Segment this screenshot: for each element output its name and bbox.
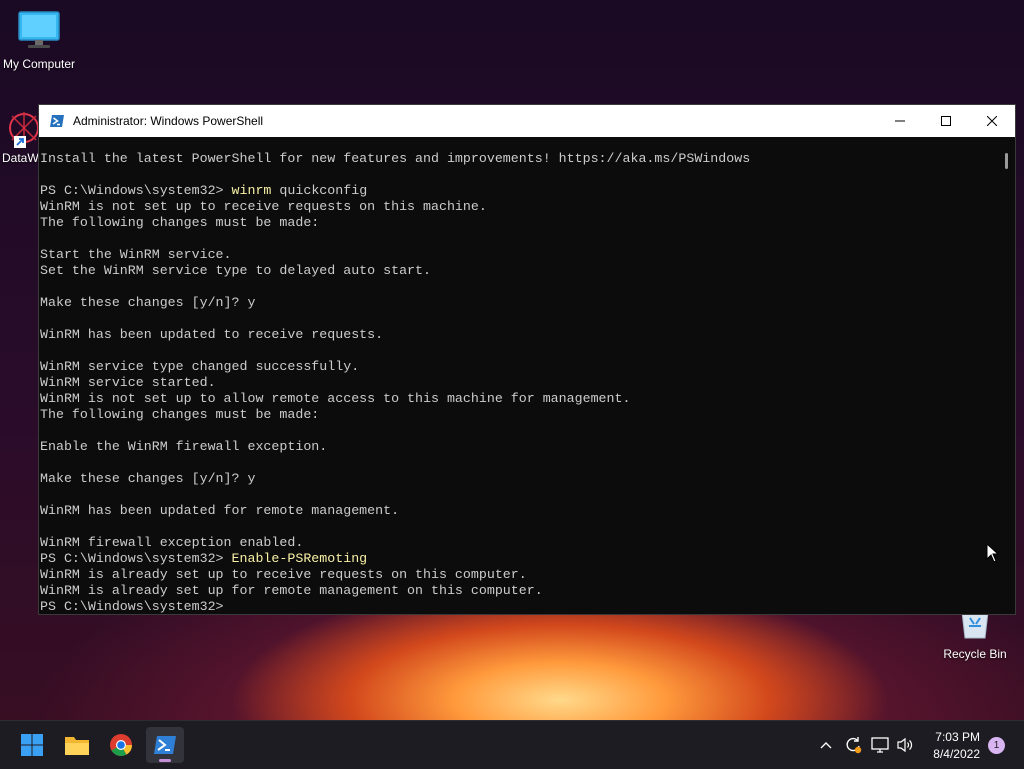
console-line: The following changes must be made:	[40, 407, 320, 422]
window-title: Administrator: Windows PowerShell	[73, 114, 264, 128]
notification-badge[interactable]: 1	[988, 737, 1005, 754]
close-icon	[987, 116, 997, 126]
console-output[interactable]: Install the latest PowerShell for new fe…	[39, 137, 999, 614]
taskbar-file-explorer[interactable]	[58, 727, 96, 763]
console-line: Start the WinRM service.	[40, 247, 232, 262]
console-line: WinRM is not set up to receive requests …	[40, 199, 487, 214]
tray-overflow-button[interactable]	[815, 741, 837, 749]
close-button[interactable]	[969, 105, 1015, 137]
console-command-args: quickconfig	[271, 183, 368, 198]
tray-update-button[interactable]	[839, 736, 867, 754]
console-line: PS C:\Windows\system32>	[40, 599, 999, 614]
clock-time: 7:03 PM	[935, 730, 980, 744]
scrollbar-thumb[interactable]	[1005, 153, 1008, 169]
console-line: Install the latest PowerShell for new fe…	[40, 151, 751, 166]
window-titlebar[interactable]: Administrator: Windows PowerShell	[39, 105, 1015, 137]
clock-date: 8/4/2022	[933, 747, 980, 761]
console-prompt: PS C:\Windows\system32>	[40, 183, 232, 198]
maximize-icon	[941, 116, 951, 126]
console-line: WinRM firewall exception enabled.	[40, 535, 304, 550]
powershell-icon	[154, 736, 176, 754]
console-line: PS C:\Windows\system32> winrm quickconfi…	[40, 183, 999, 199]
desktop-icon-label: DataW	[2, 151, 39, 165]
console-scrollbar[interactable]	[999, 137, 1015, 614]
mouse-cursor-icon	[986, 543, 1000, 563]
console-command: Enable-PSRemoting	[231, 551, 368, 566]
tray-network-button[interactable]	[867, 737, 893, 753]
console-line: Set the WinRM service type to delayed au…	[40, 263, 431, 278]
monitor-icon	[18, 11, 60, 48]
taskbar: 7:03 PM 8/4/2022 1	[0, 720, 1024, 769]
dataw-app-icon	[9, 112, 39, 148]
console-line: Enable the WinRM firewall exception.	[40, 439, 328, 454]
console-line: The following changes must be made:	[40, 215, 320, 230]
console-line: WinRM is already set up to receive reque…	[40, 567, 527, 582]
powershell-icon	[50, 115, 64, 127]
chrome-icon	[110, 734, 132, 756]
tray-volume-button[interactable]	[893, 737, 917, 753]
start-button[interactable]	[13, 727, 51, 763]
powershell-window[interactable]: Administrator: Windows PowerShell Instal…	[38, 104, 1016, 615]
console-line: PS C:\Windows\system32> Enable-PSRemotin…	[40, 551, 999, 567]
maximize-button[interactable]	[923, 105, 969, 137]
minimize-icon	[895, 120, 905, 122]
console-line: WinRM has been updated for remote manage…	[40, 503, 400, 518]
console-command: winrm	[231, 183, 272, 198]
desktop-icon-label: My Computer	[2, 57, 76, 71]
desktop-icon-dataw[interactable]: DataW	[0, 108, 40, 165]
network-icon	[871, 737, 889, 753]
update-sync-icon	[846, 737, 862, 754]
console-line: WinRM is already set up for remote manag…	[40, 583, 543, 598]
console-line: WinRM service started.	[40, 375, 216, 390]
console-line: WinRM service type changed successfully.	[40, 359, 360, 374]
console-line: WinRM is not set up to allow remote acce…	[40, 391, 631, 406]
windows-start-icon	[21, 734, 43, 756]
desktop-icon-my-computer[interactable]: My Computer	[0, 10, 78, 71]
minimize-button[interactable]	[877, 105, 923, 137]
chevron-up-icon	[820, 742, 832, 749]
volume-icon	[897, 737, 913, 753]
taskbar-clock[interactable]: 7:03 PM 8/4/2022	[933, 729, 980, 763]
file-explorer-icon	[65, 737, 89, 755]
console-prompt: PS C:\Windows\system32>	[40, 551, 232, 566]
desktop-icon-label: Recycle Bin	[943, 647, 1007, 661]
console-prompt: PS C:\Windows\system32>	[40, 599, 232, 614]
taskbar-chrome[interactable]	[102, 727, 140, 763]
console-line: WinRM has been updated to receive reques…	[40, 327, 384, 342]
desktop-icon-recycle-bin[interactable]: Recycle Bin	[940, 611, 1010, 661]
active-app-indicator	[159, 759, 171, 762]
console-line: Make these changes [y/n]? y	[40, 295, 256, 310]
console-line: Make these changes [y/n]? y	[40, 471, 256, 486]
taskbar-powershell[interactable]	[146, 727, 184, 763]
recycle-bin-icon	[961, 611, 989, 639]
